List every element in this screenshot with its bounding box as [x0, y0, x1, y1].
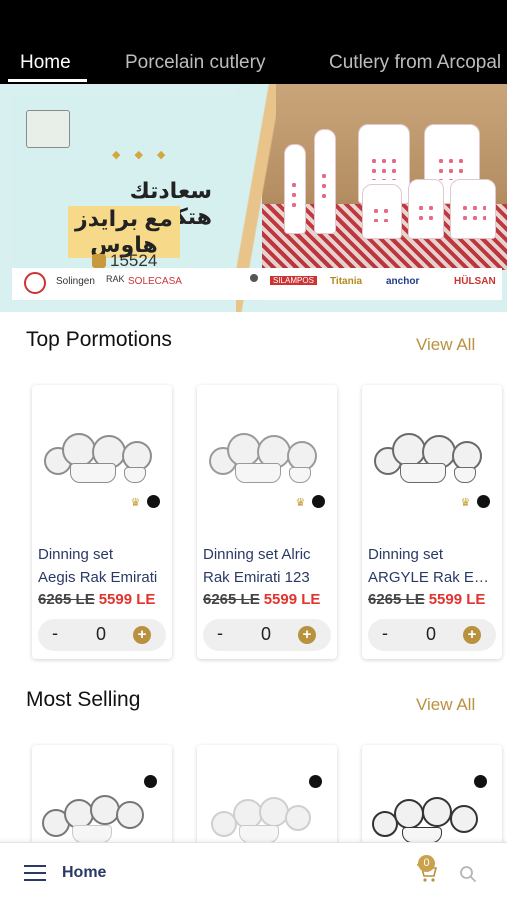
- sale-price: 5599 LE: [263, 591, 321, 608]
- brides-house-logo: [26, 110, 70, 148]
- brand-badge-icon: [312, 495, 325, 508]
- brand-badges: ♛: [131, 493, 160, 511]
- product-image: [42, 795, 158, 845]
- most-selling-view-all[interactable]: View All: [416, 695, 475, 715]
- cart-count-badge: 0: [418, 855, 435, 872]
- product-prices: 6265 LE 5599 LE: [203, 591, 320, 608]
- menu-icon[interactable]: [24, 865, 46, 881]
- banner-product-photo: [262, 84, 507, 270]
- product-prices: 6265 LE 5599 LE: [368, 591, 485, 608]
- search-icon[interactable]: [459, 865, 477, 883]
- quantity-stepper: - 0 +: [203, 619, 331, 651]
- dinnerware-illustration: [44, 433, 160, 483]
- app-screen: Home Porcelain cutlery Cutlery from Arco…: [0, 0, 507, 900]
- crown-icon: ♛: [295, 497, 306, 509]
- brand-anchor: anchor: [386, 276, 420, 287]
- increase-qty-button[interactable]: +: [133, 626, 151, 644]
- decrease-qty-button[interactable]: -: [382, 623, 388, 644]
- phone-icon: [92, 254, 106, 268]
- tab-home[interactable]: Home: [20, 52, 71, 74]
- brand-logos-strip: Solingen RAK SOLECASA SILAMPOS Titania a…: [12, 268, 502, 300]
- dinnerware-illustration: [374, 433, 490, 483]
- bottom-navigation-bar: Home 0: [0, 842, 507, 900]
- old-price: 6265 LE: [368, 591, 425, 608]
- quantity-stepper: - 0 +: [368, 619, 496, 651]
- quantity-value: 0: [261, 624, 272, 644]
- brand-badge-icon: [474, 773, 487, 791]
- product-image[interactable]: ♛: [205, 403, 329, 509]
- brand-badge-icon: [309, 773, 322, 791]
- product-name-line1: Dinning set: [368, 546, 444, 563]
- increase-qty-button[interactable]: +: [463, 626, 481, 644]
- brand-badges: ♛: [296, 493, 325, 511]
- product-name-line1: Dinning set Alric: [203, 546, 311, 563]
- brand-silampos: SILAMPOS: [270, 276, 317, 285]
- quantity-value: 0: [426, 624, 437, 644]
- active-tab-indicator: [8, 79, 87, 82]
- promo-banner[interactable]: ◆◆◆ سعادتك هتكمل مع برايدز هاوس 15524 So…: [0, 84, 507, 312]
- canister-image: [408, 179, 444, 239]
- bottle-image: [314, 129, 336, 234]
- banner-decoration: ◆◆◆: [112, 149, 180, 161]
- canister-image: [450, 179, 496, 239]
- old-price: 6265 LE: [38, 591, 95, 608]
- product-name[interactable]: Dinning set Aegis Rak Emirati: [38, 543, 168, 589]
- tab-porcelain-cutlery[interactable]: Porcelain cutlery: [125, 52, 265, 74]
- carousel-indicator[interactable]: [250, 274, 258, 282]
- dinnerware-illustration: [209, 433, 325, 483]
- product-name[interactable]: Dinning set ARGYLE Rak Emirati: [368, 543, 498, 589]
- bottom-bar-title: Home: [62, 864, 107, 881]
- product-prices: 6265 LE 5599 LE: [38, 591, 155, 608]
- product-card[interactable]: ♛ Dinning set ARGYLE Rak Emirati 6265 LE 55…: [362, 385, 502, 659]
- brand-badge-icon: [144, 773, 157, 791]
- top-promotions-view-all[interactable]: View All: [416, 335, 475, 355]
- most-selling-title: Most Selling: [26, 688, 141, 711]
- product-card[interactable]: ♛ Dinning set Aegis Rak Emirati 6265 LE 559…: [32, 385, 172, 659]
- quantity-value: 0: [96, 624, 107, 644]
- product-name-line2: Rak Emirati 123: [203, 569, 310, 586]
- sale-price: 5599 LE: [428, 591, 486, 608]
- product-image[interactable]: ♛: [40, 403, 164, 509]
- bottle-image: [284, 144, 306, 234]
- increase-qty-button[interactable]: +: [298, 626, 316, 644]
- product-name-line2: ARGYLE Rak Emirati: [368, 569, 498, 586]
- brand-rak: RAK: [106, 274, 125, 284]
- product-name-line2: Aegis Rak Emirati: [38, 569, 158, 586]
- brand-badge-icon: [147, 495, 160, 508]
- product-name[interactable]: Dinning set Alric Rak Emirati 123: [203, 543, 333, 589]
- product-card[interactable]: ♛ Dinning set Alric Rak Emirati 123 6265 L…: [197, 385, 337, 659]
- brand-hulsan: HÜLSAN: [454, 276, 496, 287]
- product-image[interactable]: ♛: [370, 403, 494, 509]
- brand-titania: Titania: [330, 276, 363, 287]
- top-header: Home Porcelain cutlery Cutlery from Arco…: [0, 0, 507, 84]
- old-price: 6265 LE: [203, 591, 260, 608]
- brand-solingen: Solingen: [56, 276, 95, 287]
- brand-solecasa: SOLECASA: [128, 276, 182, 287]
- brand-seal-logo: [24, 272, 46, 294]
- brand-badges: ♛: [461, 493, 490, 511]
- product-image: [207, 795, 323, 845]
- decrease-qty-button[interactable]: -: [52, 623, 58, 644]
- tab-cutlery-arcopal[interactable]: Cutlery from Arcopal: [329, 52, 501, 74]
- top-promotions-title: Top Pormotions: [26, 328, 172, 351]
- decrease-qty-button[interactable]: -: [217, 623, 223, 644]
- product-image: [372, 795, 488, 845]
- sale-price: 5599 LE: [98, 591, 156, 608]
- brand-badge-icon: [477, 495, 490, 508]
- quantity-stepper: - 0 +: [38, 619, 166, 651]
- product-name-line1: Dinning set: [38, 546, 114, 563]
- crown-icon: ♛: [460, 497, 471, 509]
- canister-image: [362, 184, 402, 239]
- crown-icon: ♛: [130, 497, 141, 509]
